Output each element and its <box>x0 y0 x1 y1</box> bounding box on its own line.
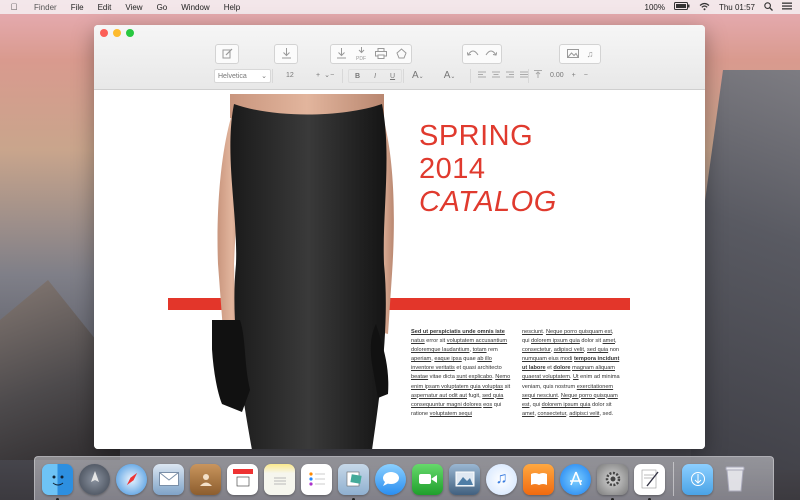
zoom-button[interactable] <box>126 29 134 37</box>
pencil-icon <box>222 48 233 61</box>
apple-logo-icon[interactable]:  <box>6 2 22 12</box>
font-size-value: 12 <box>286 71 294 79</box>
contacts-icon[interactable] <box>190 463 221 495</box>
increase-size-button[interactable]: + <box>316 72 320 79</box>
decrease-size-button[interactable]: − <box>330 72 334 79</box>
preview-icon[interactable] <box>338 463 369 500</box>
downloads-folder-icon[interactable] <box>682 463 713 495</box>
heading-line-catalog: CATALOG <box>419 186 557 218</box>
redo-icon[interactable] <box>485 49 498 59</box>
spotlight-icon[interactable] <box>764 1 773 13</box>
menu-file[interactable]: File <box>71 3 84 12</box>
menu-go[interactable]: Go <box>157 3 168 12</box>
menu-edit[interactable]: Edit <box>98 3 112 12</box>
clock[interactable]: Thu 01:57 <box>719 3 755 12</box>
share-icon[interactable] <box>391 47 411 61</box>
divider <box>403 69 404 83</box>
format-bar: Helvetica ⌄ 12 ⌄ + − B I U A⌄ A⌄ 0.00 + … <box>94 69 705 83</box>
photo-icon[interactable] <box>449 463 480 495</box>
document-canvas[interactable]: SPRING 2014 CATALOG Sed ut perspiciatis … <box>94 90 705 449</box>
text-style-group: B I U <box>348 69 403 83</box>
battery-percent[interactable]: 100% <box>645 3 665 12</box>
document-window: PDF ♫ Helvetica ⌄ 12 ⌄ + − B I U A⌄ A⌄ 0… <box>94 25 705 449</box>
align-left-icon[interactable] <box>478 71 486 80</box>
align-right-icon[interactable] <box>506 71 514 80</box>
bold-button[interactable]: B <box>355 73 360 80</box>
undo-redo-group <box>462 44 502 64</box>
facetime-icon[interactable] <box>412 463 443 495</box>
compose-button[interactable] <box>215 44 239 64</box>
pdf-label: PDF <box>356 55 366 62</box>
export-print-group: PDF <box>330 44 412 64</box>
media-group: ♫ <box>559 44 601 64</box>
font-color-label: A <box>412 69 419 81</box>
highlight-color-button[interactable]: A⌄ <box>444 70 456 81</box>
align-center-icon[interactable] <box>492 71 500 80</box>
save-button[interactable] <box>274 44 298 64</box>
export-icon[interactable] <box>331 47 351 61</box>
menu-app-finder[interactable]: Finder <box>34 3 57 12</box>
color-group: A⌄ A⌄ <box>412 69 455 81</box>
launchpad-icon[interactable] <box>79 463 110 495</box>
menu-view[interactable]: View <box>125 3 142 12</box>
line-spacing-value[interactable]: 0.00 <box>550 72 564 79</box>
dock: ♫ <box>34 456 774 500</box>
decrease-spacing-button[interactable]: − <box>584 72 588 79</box>
messages-icon[interactable] <box>375 463 406 495</box>
divider <box>470 69 471 83</box>
divider <box>272 69 273 83</box>
alignment-group <box>478 69 528 81</box>
line-spacing-icon[interactable] <box>534 70 542 80</box>
dock-separator <box>673 462 674 496</box>
menu-window[interactable]: Window <box>181 3 209 12</box>
music-note-icon[interactable]: ♫ <box>587 49 594 59</box>
body-text-column-2: nesciunt. Neque porro quisquam est, qui … <box>522 329 620 417</box>
status-area: 100% Thu 01:57 <box>645 1 792 13</box>
window-toolbar: PDF ♫ Helvetica ⌄ 12 ⌄ + − B I U A⌄ A⌄ 0… <box>94 25 705 90</box>
model-photo <box>212 94 394 449</box>
align-justify-icon[interactable] <box>520 71 528 80</box>
undo-icon[interactable] <box>466 49 479 59</box>
battery-icon[interactable] <box>673 2 690 12</box>
desktop-wallpaper-right <box>690 70 800 470</box>
notification-center-icon[interactable] <box>782 2 792 12</box>
menu-help[interactable]: Help <box>224 3 240 12</box>
notes-icon[interactable] <box>264 463 295 495</box>
itunes-icon[interactable]: ♫ <box>486 463 517 495</box>
minimize-button[interactable] <box>113 29 121 37</box>
image-icon[interactable] <box>566 48 579 60</box>
reminders-icon[interactable] <box>301 463 332 495</box>
increase-spacing-button[interactable]: + <box>572 72 576 79</box>
download-icon <box>281 47 292 61</box>
close-button[interactable] <box>100 29 108 37</box>
menu-bar:  Finder File Edit View Go Window Help 1… <box>0 0 800 14</box>
heading-line-spring: SPRING <box>419 120 534 152</box>
divider <box>528 69 529 83</box>
print-icon[interactable] <box>371 47 391 61</box>
ibooks-icon[interactable] <box>523 463 554 495</box>
calendar-icon[interactable] <box>227 463 258 495</box>
font-size-stepper: + − <box>316 69 334 81</box>
system-preferences-icon[interactable] <box>597 463 628 500</box>
underline-button[interactable]: U <box>390 73 395 80</box>
finder-icon[interactable] <box>42 463 73 500</box>
appstore-icon[interactable] <box>560 463 591 495</box>
window-controls <box>100 29 134 37</box>
chevron-down-icon: ⌄ <box>261 73 267 80</box>
font-family-value: Helvetica <box>218 72 247 80</box>
trash-icon[interactable] <box>719 464 750 495</box>
safari-icon[interactable] <box>116 463 147 495</box>
divider <box>342 69 343 83</box>
line-spacing-group: 0.00 + − <box>534 69 588 81</box>
italic-button[interactable]: I <box>374 73 376 80</box>
body-text-column-1: Sed ut perspiciatis unde omnis iste natu… <box>411 329 511 417</box>
font-color-button[interactable]: A⌄ <box>412 70 424 81</box>
wifi-icon[interactable] <box>699 2 710 13</box>
font-family-select[interactable]: Helvetica ⌄ <box>214 69 271 83</box>
export-pdf-button[interactable]: PDF <box>351 46 371 62</box>
catalog-heading: SPRING 2014 CATALOG <box>419 120 557 219</box>
heading-line-year: 2014 <box>419 153 486 185</box>
mail-icon[interactable] <box>153 463 184 495</box>
textedit-icon[interactable] <box>634 463 665 500</box>
